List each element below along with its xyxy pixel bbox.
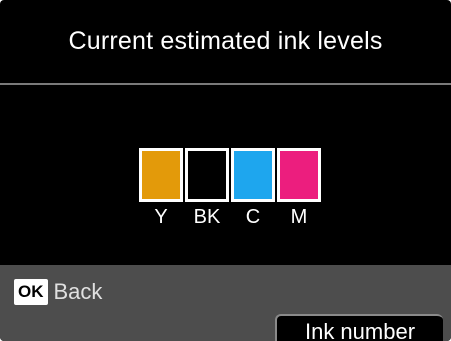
ink-number-button[interactable]: Ink number: [275, 314, 443, 341]
screen-title: Current estimated ink levels: [68, 27, 383, 55]
cartridge-y: Y: [139, 148, 185, 229]
ink-tank-icon: [277, 148, 321, 202]
cartridge-label: M: [290, 206, 308, 228]
printer-lcd-screen: Current estimated ink levels Y BK C M OK…: [0, 0, 451, 341]
footer-bar: OK Back Ink number: [0, 265, 451, 341]
ink-tank-icon: [185, 148, 229, 202]
back-label: Back: [53, 279, 103, 304]
cartridge-c: C: [231, 148, 277, 229]
ink-level-fill: [280, 151, 318, 199]
cartridge-label: BK: [193, 206, 221, 228]
ink-levels-panel: Y BK C M: [0, 85, 451, 265]
ink-level-fill: [142, 151, 180, 199]
cartridge-label: Y: [154, 206, 168, 228]
ok-key-icon: OK: [14, 279, 48, 305]
cartridge-bk: BK: [185, 148, 231, 229]
cartridge-m: M: [277, 148, 323, 229]
ink-level-fill: [234, 151, 272, 199]
ink-tank-icon: [139, 148, 183, 202]
cartridge-row: Y BK C M: [139, 148, 323, 229]
back-button[interactable]: OK Back: [14, 279, 102, 305]
ink-tank-icon: [231, 148, 275, 202]
cartridge-label: C: [245, 206, 261, 228]
